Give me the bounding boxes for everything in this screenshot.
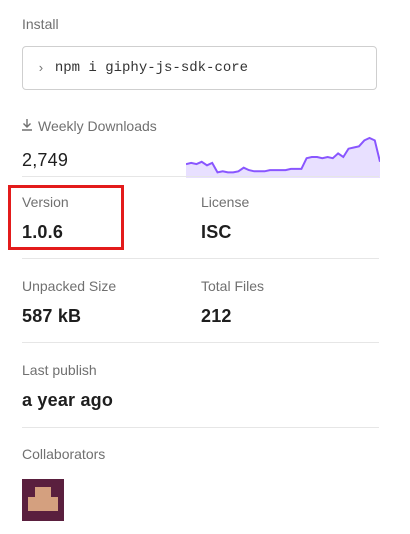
divider	[22, 427, 379, 428]
prompt-icon: ›	[37, 60, 45, 76]
weekly-downloads-header: Weekly Downloads	[22, 118, 157, 134]
install-command[interactable]: npm i giphy-js-sdk-core	[55, 60, 248, 76]
last-publish-label: Last publish	[22, 362, 97, 378]
collaborator-avatar[interactable]	[22, 479, 64, 521]
license-label: License	[201, 194, 250, 210]
sparkline-area	[186, 138, 380, 178]
unpacked-size-value: 587 kB	[22, 306, 82, 326]
license-value: ISC	[201, 222, 232, 242]
install-command-box[interactable]: › npm i giphy-js-sdk-core	[22, 46, 377, 90]
divider	[22, 342, 379, 343]
downloads-sparkline[interactable]	[186, 136, 380, 178]
avatar-shape	[35, 487, 51, 497]
last-publish-value: a year ago	[22, 390, 114, 410]
divider	[22, 258, 379, 259]
collaborators-label: Collaborators	[22, 446, 106, 462]
divider	[22, 176, 379, 177]
install-label: Install	[22, 16, 59, 32]
download-icon	[22, 118, 32, 134]
total-files-label: Total Files	[201, 278, 265, 294]
weekly-downloads-count: 2,749	[22, 150, 69, 170]
unpacked-size-label: Unpacked Size	[22, 278, 117, 294]
weekly-downloads-label: Weekly Downloads	[38, 118, 157, 134]
total-files-value: 212	[201, 306, 232, 326]
avatar-shape	[28, 497, 58, 511]
version-highlight-box	[8, 185, 124, 250]
